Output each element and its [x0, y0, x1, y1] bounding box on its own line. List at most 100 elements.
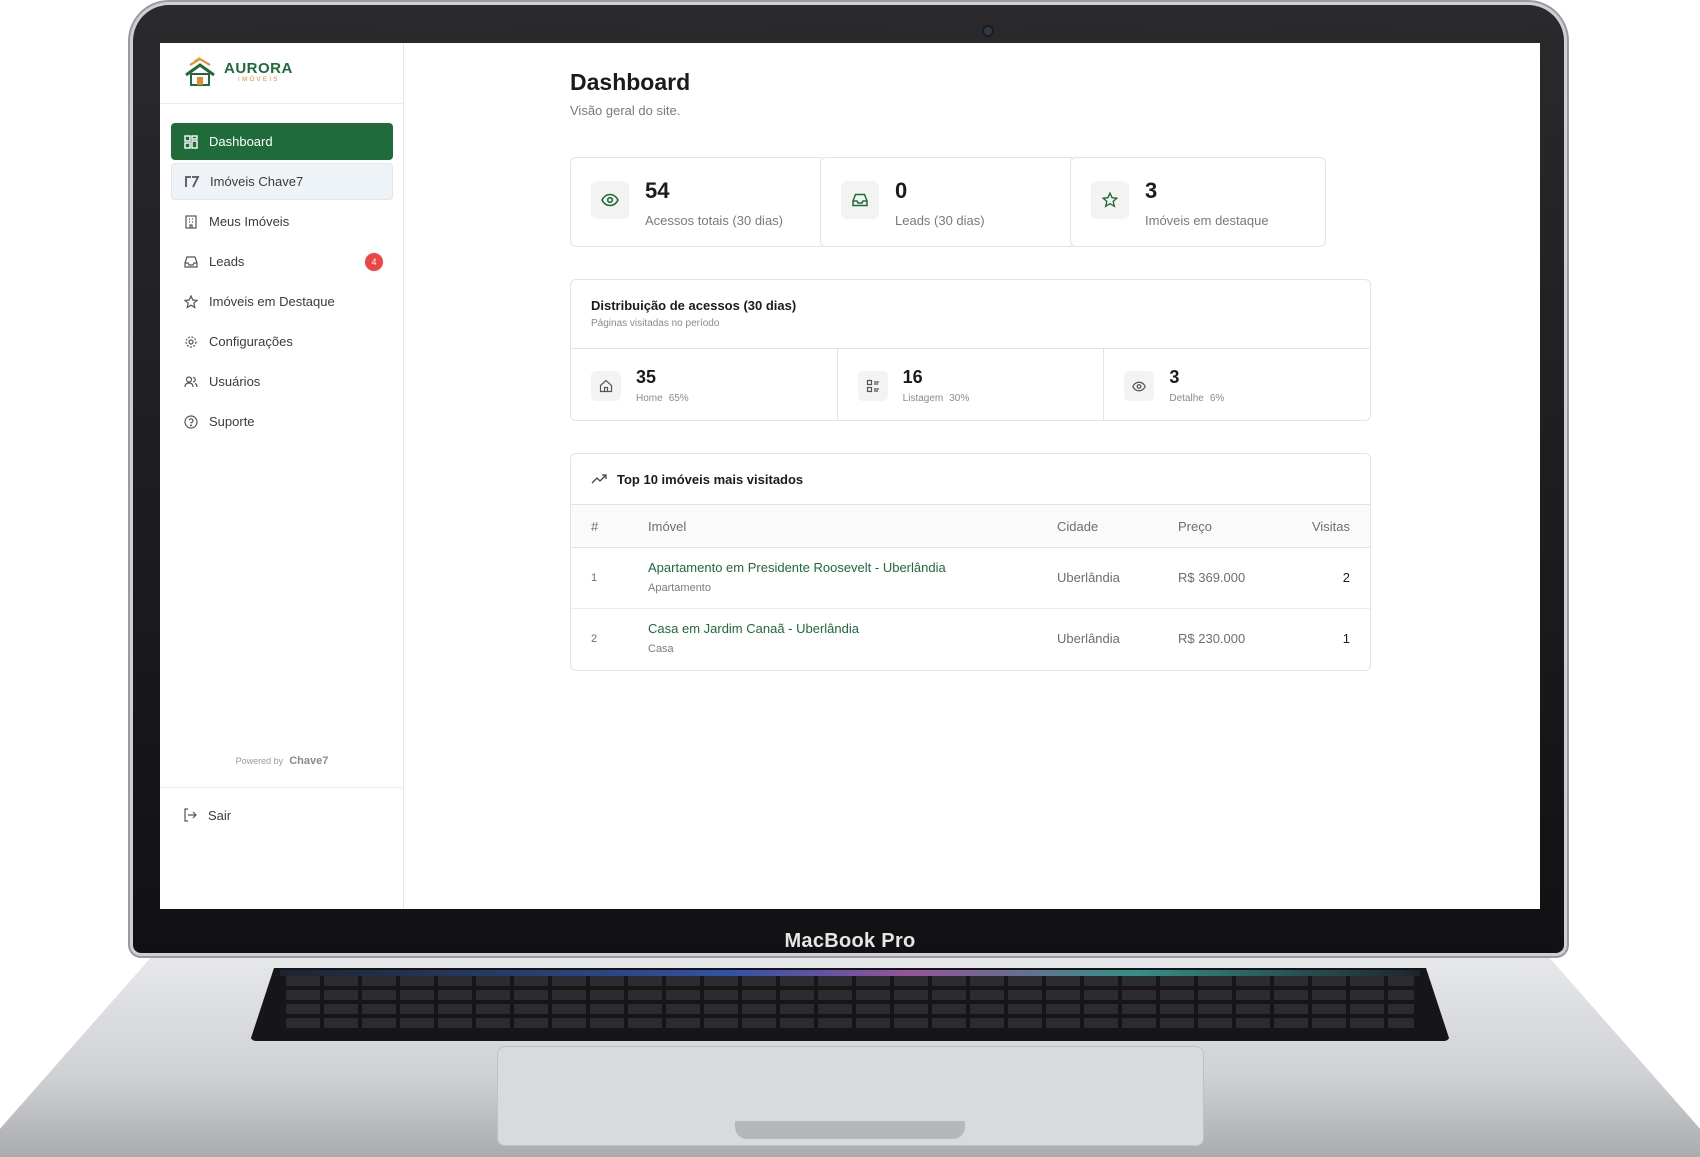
distribution-label-text: Home — [636, 393, 663, 404]
sidebar-item-label: Imóveis Chave7 — [210, 174, 304, 189]
top-properties-card: Top 10 imóveis mais visitados # Imóvel C… — [570, 453, 1371, 671]
row-number: 1 — [591, 572, 598, 584]
main-content: Dashboard Visão geral do site. 54 Acesso… — [404, 43, 1540, 909]
brand-sub: IMÓVEIS — [238, 77, 280, 83]
grid-icon — [183, 134, 199, 150]
logout-label: Sair — [208, 807, 232, 823]
sidebar-divider — [160, 787, 404, 788]
sidebar-item-meus-imoveis[interactable]: Meus Imóveis — [171, 203, 393, 240]
chave7-icon — [184, 174, 200, 190]
sidebar-item-label: Meus Imóveis — [209, 214, 290, 229]
sidebar-item-imoveis-chave7[interactable]: Imóveis Chave7 — [171, 163, 393, 200]
stat-card-destaque: 3 Imóveis em destaque — [1070, 157, 1326, 247]
keyboard — [250, 968, 1450, 1041]
logout-icon — [182, 807, 198, 823]
property-city: Uberlândia — [1057, 631, 1120, 646]
trending-up-icon — [591, 472, 607, 487]
sidebar-item-label: Imóveis em Destaque — [209, 294, 335, 309]
distribution-pct: 65% — [668, 393, 689, 404]
table-header: # Imóvel Cidade Preço Visitas — [571, 504, 1370, 548]
property-type: Apartamento — [648, 582, 711, 594]
top-properties-header: Top 10 imóveis mais visitados — [591, 472, 803, 487]
distribution-item-listagem: 16 Listagem 30% — [838, 349, 1105, 421]
logout-button[interactable]: Sair — [182, 807, 231, 823]
distribution-value: 3 — [1169, 367, 1180, 387]
distribution-label: Home 65% — [636, 393, 689, 404]
sidebar-item-imoveis-destaque[interactable]: Imóveis em Destaque — [171, 283, 393, 320]
page-title: Dashboard — [570, 69, 691, 95]
distribution-pct: 30% — [949, 393, 970, 404]
sidebar-item-dashboard[interactable]: Dashboard — [171, 123, 393, 160]
star-icon — [1091, 181, 1129, 219]
distribution-pct: 6% — [1209, 393, 1225, 404]
stat-card-acessos: 54 Acessos totais (30 dias) — [570, 157, 826, 247]
sidebar-item-label: Configurações — [209, 334, 293, 349]
property-link[interactable]: Casa em Jardim Canaã - Uberlândia — [648, 621, 859, 636]
distribution-label: Listagem 30% — [903, 393, 970, 404]
gear-icon — [183, 334, 199, 350]
camera — [984, 27, 992, 35]
property-visits: 2 — [1342, 570, 1350, 585]
sidebar-item-label: Suporte — [209, 414, 255, 429]
powered-by-text: Powered by — [235, 756, 284, 766]
distribution-label-text: Detalhe — [1169, 393, 1204, 404]
inbox-icon — [183, 254, 199, 270]
distribution-card: Distribuição de acessos (30 dias) Página… — [570, 279, 1371, 421]
stat-value: 3 — [1145, 178, 1158, 203]
property-visits: 1 — [1342, 631, 1350, 646]
help-circle-icon — [183, 414, 199, 430]
sidebar-item-label: Dashboard — [209, 134, 273, 149]
sidebar: AURORA IMÓVEIS Dashboard Imóveis Chave7 — [160, 43, 404, 909]
sidebar-item-suporte[interactable]: Suporte — [171, 403, 393, 440]
column-header-cidade: Cidade — [1057, 519, 1099, 534]
brand-logo[interactable]: AURORA IMÓVEIS — [182, 56, 293, 87]
stat-label: Acessos totais (30 dias) — [645, 213, 784, 228]
distribution-row: 35 Home 65% 16 Listagem 30% 3 Detalhe 6% — [571, 348, 1370, 421]
logo-house-icon — [182, 56, 218, 87]
stat-label: Leads (30 dias) — [895, 213, 985, 228]
distribution-item-home: 35 Home 65% — [571, 349, 838, 421]
users-icon — [183, 374, 199, 390]
sidebar-item-configuracoes[interactable]: Configurações — [171, 323, 393, 360]
property-type: Casa — [648, 643, 674, 655]
chave7-logo: Chave7 — [289, 755, 329, 767]
distribution-label-text: Listagem — [902, 393, 944, 404]
home-icon — [591, 371, 621, 401]
laptop-lip — [735, 1121, 965, 1139]
stat-value: 0 — [895, 178, 908, 203]
inbox-icon — [841, 181, 879, 219]
eye-icon — [591, 181, 629, 219]
page-subtitle: Visão geral do site. — [570, 103, 681, 118]
sidebar-item-label: Usuários — [209, 374, 261, 389]
top-properties-title: Top 10 imóveis mais visitados — [617, 472, 804, 487]
brand-name: AURORA — [224, 60, 293, 77]
app-screen: AURORA IMÓVEIS Dashboard Imóveis Chave7 — [160, 43, 1540, 909]
property-price: R$ 230.000 — [1178, 631, 1246, 646]
table-row[interactable]: 2 Casa em Jardim Canaã - Uberlândia Casa… — [571, 609, 1370, 670]
powered-by: Powered by Chave7 — [160, 755, 404, 767]
sidebar-divider — [160, 103, 404, 104]
eye-icon — [1124, 371, 1155, 401]
column-header-preco: Preço — [1178, 519, 1212, 534]
building-icon — [183, 214, 199, 230]
distribution-title: Distribuição de acessos (30 dias) — [591, 298, 797, 313]
touch-bar — [280, 970, 1420, 976]
column-header-imovel: Imóvel — [648, 519, 687, 534]
property-city: Uberlândia — [1057, 570, 1120, 585]
sidebar-item-usuarios[interactable]: Usuários — [171, 363, 393, 400]
distribution-item-detalhe: 3 Detalhe 6% — [1104, 349, 1370, 421]
property-link[interactable]: Apartamento em Presidente Roosevelt - Ub… — [648, 560, 946, 575]
distribution-label: Detalhe 6% — [1169, 393, 1224, 404]
stat-value: 54 — [645, 178, 670, 203]
sidebar-item-leads[interactable]: Leads 4 — [171, 243, 393, 280]
row-number: 2 — [591, 633, 598, 645]
stat-card-leads: 0 Leads (30 dias) — [820, 157, 1076, 247]
distribution-value: 16 — [902, 367, 923, 387]
table-row[interactable]: 1 Apartamento em Presidente Roosevelt - … — [571, 548, 1370, 609]
stat-label: Imóveis em destaque — [1145, 213, 1269, 228]
sidebar-nav: Dashboard Imóveis Chave7 Meus Imóveis Le… — [171, 123, 393, 443]
device-label: MacBook Pro — [784, 930, 916, 952]
sidebar-item-label: Leads — [209, 254, 245, 269]
leads-badge: 4 — [365, 253, 383, 271]
property-price: R$ 369.000 — [1178, 570, 1246, 585]
